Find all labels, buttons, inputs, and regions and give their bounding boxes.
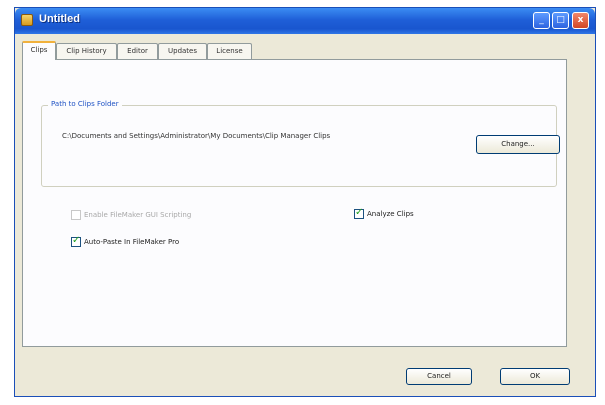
clips-folder-group: Path to Clips Folder C:\Documents and Se… — [41, 100, 560, 187]
auto-paste-option[interactable]: Auto-Paste In FileMaker Pro — [71, 235, 180, 247]
tab-editor[interactable]: Editor — [117, 43, 158, 59]
analyze-clips-option[interactable]: Analyze Clips — [354, 207, 414, 219]
minimize-button[interactable]: _ — [533, 12, 550, 29]
gui-scripting-option[interactable]: Enable FileMaker GUI Scripting — [71, 210, 191, 220]
analyze-clips-checkbox[interactable] — [354, 207, 364, 219]
auto-paste-checkbox[interactable] — [71, 235, 81, 247]
cancel-button[interactable]: Cancel — [406, 368, 472, 385]
gui-scripting-checkbox[interactable] — [71, 210, 81, 220]
analyze-clips-label: Analyze Clips — [367, 210, 414, 218]
change-button[interactable]: Change... — [476, 135, 560, 154]
clips-panel: Path to Clips Folder C:\Documents and Se… — [22, 59, 567, 347]
app-icon — [21, 14, 33, 26]
title-bar[interactable]: Untitled _ □ x — [15, 8, 595, 34]
ok-button[interactable]: OK — [500, 368, 570, 385]
tab-updates[interactable]: Updates — [158, 43, 207, 59]
tab-clip-history[interactable]: Clip History — [56, 43, 117, 59]
tab-clips[interactable]: Clips — [22, 41, 56, 60]
auto-paste-label: Auto-Paste In FileMaker Pro — [84, 238, 180, 246]
close-button[interactable]: x — [572, 12, 589, 29]
group-title: Path to Clips Folder — [48, 100, 122, 108]
tab-license[interactable]: License — [207, 43, 252, 59]
clips-folder-path: C:\Documents and Settings\Administrator\… — [62, 132, 331, 140]
window-title: Untitled — [39, 13, 80, 25]
maximize-button[interactable]: □ — [552, 12, 569, 29]
gui-scripting-label: Enable FileMaker GUI Scripting — [84, 211, 192, 219]
